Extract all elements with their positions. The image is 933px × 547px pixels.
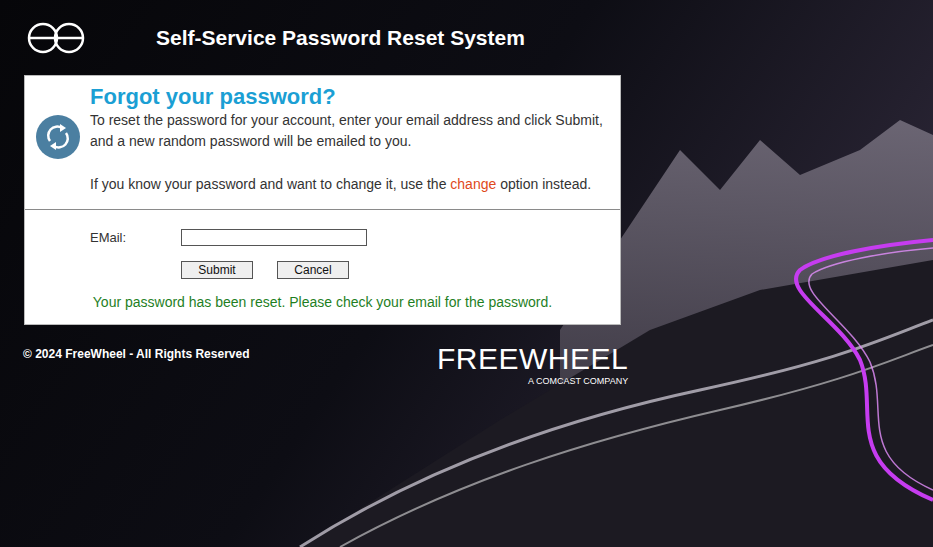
intro-text: To reset the password for your account, … [90,110,603,131]
footer: © 2024 FreeWheel - All Rights ReservedFR… [0,344,933,387]
email-input[interactable] [181,229,367,246]
brand-logo: FREEWHEEL A COMCAST COMPANY [437,344,628,387]
change-link[interactable]: change [450,176,496,192]
header: Self-Service Password Reset System [0,0,933,75]
submit-button[interactable]: Submit [181,261,253,279]
page-title: Self-Service Password Reset System [156,26,525,50]
divider [25,209,620,210]
copyright: © 2024 FreeWheel - All Rights Reserved [0,347,437,361]
email-label: EMail: [90,230,181,245]
intro-text: and a new random password will be emaile… [90,131,603,152]
refresh-icon [36,115,80,159]
email-row: EMail: [25,229,620,246]
brand-name: FREEWHEEL [437,344,628,374]
change-hint: If you know your password and want to ch… [90,174,603,195]
success-message: Your password has been reset. Please che… [25,292,620,324]
card-intro: Forgot your password?To reset the passwo… [25,76,620,209]
company-logo-icon [27,22,85,54]
reset-card: Forgot your password?To reset the passwo… [24,75,621,325]
form-heading: Forgot your password? [90,84,603,110]
button-row: Submit Cancel [25,261,620,279]
cancel-button[interactable]: Cancel [277,261,349,279]
brand-tagline: A COMCAST COMPANY [528,376,628,387]
